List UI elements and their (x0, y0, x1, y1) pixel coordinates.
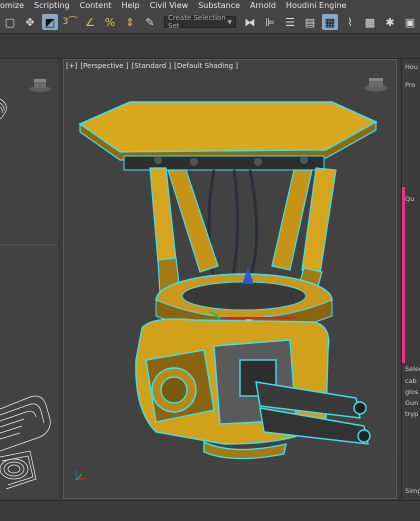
align-icon[interactable]: ⊫ (262, 14, 278, 30)
panel-item-cab[interactable]: cab (405, 377, 417, 385)
ribbon-band (0, 34, 420, 59)
move-icon[interactable]: ✥ (22, 14, 38, 30)
robot-top-platform (78, 101, 378, 171)
panel-item-gun[interactable]: Gun (405, 399, 418, 407)
menu-bar: omize Scripting Content Help Civil View … (0, 0, 420, 11)
panel-accent-bar (402, 187, 405, 363)
layer-explorer-icon[interactable]: ☰ (282, 14, 298, 30)
menu-help[interactable]: Help (116, 1, 144, 10)
mirror-icon[interactable]: ⧓ (242, 14, 258, 30)
menu-arnold[interactable]: Arnold (245, 1, 281, 10)
menu-content[interactable]: Content (75, 1, 117, 10)
panel-item-simp[interactable]: Simp (405, 487, 420, 495)
viewcube-icon (29, 79, 51, 92)
percent-snap-icon[interactable]: % (102, 14, 118, 30)
viewport-scene (64, 78, 398, 481)
panel-item-pro[interactable]: Pro (405, 81, 415, 89)
panel-item-tryp[interactable]: tryp (405, 410, 418, 418)
menu-civil-view[interactable]: Civil View (145, 1, 194, 10)
curve-editor-icon[interactable]: ▦ (322, 14, 338, 30)
schematic-view-icon[interactable]: ⌇ (342, 14, 358, 30)
status-bar (0, 500, 420, 521)
selection-set-text: Create Selection Set (168, 14, 226, 30)
menu-scripting[interactable]: Scripting (29, 1, 75, 10)
chevron-down-icon: ▼ (227, 18, 232, 26)
select-region-icon[interactable]: ▢ (2, 14, 18, 30)
perspective-viewport[interactable]: [+] [Perspective ] [Standard ] [Default Sha… (63, 59, 398, 499)
panel-item-selection: Selec (405, 365, 420, 373)
panel-item-glos[interactable]: glos (405, 388, 418, 396)
panel-item-qu[interactable]: Qu (405, 195, 414, 203)
menu-customize[interactable]: omize (0, 1, 29, 10)
ribbon-icon[interactable]: ▤ (302, 14, 318, 30)
panel-header: Hou (405, 63, 418, 71)
left-viewport-content (0, 79, 58, 490)
render-frame-icon[interactable]: ▣ (402, 14, 418, 30)
main-toolbar: ▢ ✥ ◩ 3⌒ ∠ % ⇕ ✎ Create Selection Set ▼ … (0, 11, 420, 34)
axis-tripod-icon (75, 470, 87, 481)
robot-turret (135, 318, 371, 460)
edit-named-selection-icon[interactable]: ✎ (142, 14, 158, 30)
viewport-grid (64, 463, 398, 481)
wireframe-fragment-top (0, 98, 7, 120)
render-setup-icon[interactable]: ✱ (382, 14, 398, 30)
angle-snap-icon[interactable]: ∠ (82, 14, 98, 30)
material-editor-icon[interactable]: ▩ (362, 14, 378, 30)
wireframe-turret (0, 395, 51, 490)
selection-set-dropdown[interactable]: Create Selection Set ▼ (164, 14, 236, 30)
menu-houdini-engine[interactable]: Houdini Engine (281, 1, 352, 10)
spinner-snap-icon[interactable]: ⇕ (122, 14, 138, 30)
viewcube-icon (364, 78, 388, 92)
snap-3d-icon[interactable]: 3⌒ (62, 14, 78, 30)
select-object-icon[interactable]: ◩ (42, 14, 58, 30)
left-viewport[interactable] (0, 59, 58, 499)
menu-substance[interactable]: Substance (193, 1, 245, 10)
